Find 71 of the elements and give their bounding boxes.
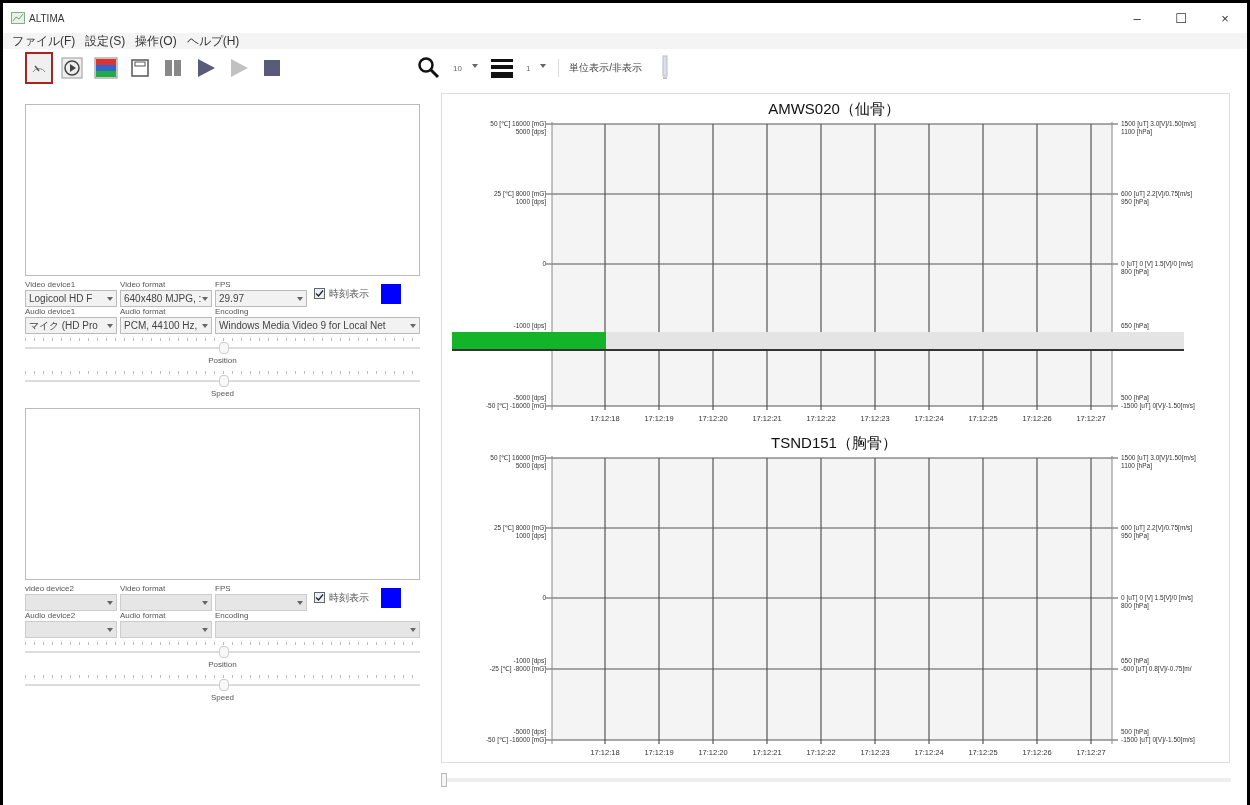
play-circle-icon <box>61 57 83 79</box>
menu-item[interactable]: ヘルプ(H) <box>183 32 243 50</box>
toolbar-button[interactable] <box>25 52 53 84</box>
field-label: Encoding <box>215 611 250 621</box>
chart-title: AMWS020（仙骨） <box>768 100 900 117</box>
chart-title: TSND151（胸骨） <box>771 434 897 451</box>
caret-icon <box>202 323 208 328</box>
caret-icon <box>107 323 113 328</box>
caret-icon <box>107 296 113 301</box>
caret-icon <box>297 600 303 605</box>
field-label: FPS <box>215 280 232 290</box>
caret-icon <box>107 600 113 605</box>
menu-item[interactable]: ファイル(F) <box>9 32 79 50</box>
position-slider[interactable] <box>25 642 420 658</box>
window-title: ALTIMA <box>29 12 65 24</box>
vertical-slider-icon <box>660 55 671 81</box>
field-label: Audio device2 <box>25 611 77 621</box>
menu-item[interactable]: 設定(S) <box>82 32 129 50</box>
caret-icon <box>107 627 113 632</box>
chart-icon <box>94 57 118 79</box>
field-label: Video format <box>120 584 167 594</box>
dropdown-field[interactable]: Logicool HD F <box>25 290 117 307</box>
speed-slider[interactable] <box>25 675 420 691</box>
field-label: Video device1 <box>25 280 77 290</box>
checkbox[interactable] <box>314 288 325 299</box>
speed-slider[interactable] <box>25 371 420 387</box>
dropdown-field[interactable]: マイク (HD Pro <box>25 317 117 334</box>
caret-icon <box>410 323 416 328</box>
caret-icon <box>297 296 303 301</box>
minimize-button[interactable]: – <box>1115 4 1159 32</box>
field-label: Audio format <box>120 611 167 621</box>
dropdown-field[interactable]: PCM, 44100 Hz, <box>120 317 212 334</box>
close-button[interactable]: × <box>1203 4 1247 32</box>
checkbox[interactable] <box>314 592 325 603</box>
field-label: Audio device1 <box>25 307 77 317</box>
checkbox-label: 時刻表示 <box>329 286 369 301</box>
zoom-dropdown[interactable]: 10 <box>449 63 482 73</box>
line-width-dropdown[interactable]: 1 <box>521 63 551 73</box>
dropdown-field[interactable]: 640x480 MJPG, : <box>120 290 212 307</box>
field-label: Audio format <box>120 307 167 317</box>
caret-icon <box>540 63 547 68</box>
search-icon <box>417 56 441 80</box>
caret-icon <box>202 296 208 301</box>
field-label: video device2 <box>25 584 75 594</box>
checkbox-label: 時刻表示 <box>329 590 369 605</box>
menu-item[interactable]: 操作(O) <box>132 32 180 50</box>
line-width-icon <box>489 57 514 79</box>
maximize-button[interactable]: ☐ <box>1159 4 1203 32</box>
dropdown-field[interactable]: Windows Media Video 9 for Local Net <box>215 317 420 334</box>
field-label: Video format <box>120 280 167 290</box>
slider-label: Speed <box>209 389 236 398</box>
position-slider[interactable] <box>25 338 420 354</box>
stop-icon <box>262 58 282 78</box>
caret-icon <box>471 63 478 68</box>
play-icon <box>228 57 250 79</box>
unit-toggle-button[interactable]: 単位表示/非表示 <box>558 59 653 77</box>
slider-label: Position <box>207 660 238 669</box>
dropdown-field[interactable]: 29.97 <box>215 290 307 307</box>
app-icon <box>11 12 25 24</box>
play-icon <box>195 57 217 79</box>
columns-icon <box>163 58 183 78</box>
color-swatch[interactable] <box>381 587 401 608</box>
field-label: FPS <box>215 584 232 594</box>
caret-icon <box>202 600 208 605</box>
slider-label: Speed <box>209 693 236 702</box>
window-icon <box>130 58 150 78</box>
caret-icon <box>410 627 416 632</box>
color-swatch[interactable] <box>381 283 401 304</box>
field-label: Encoding <box>215 307 250 317</box>
caret-icon <box>202 627 208 632</box>
slider-label: Position <box>207 356 238 365</box>
